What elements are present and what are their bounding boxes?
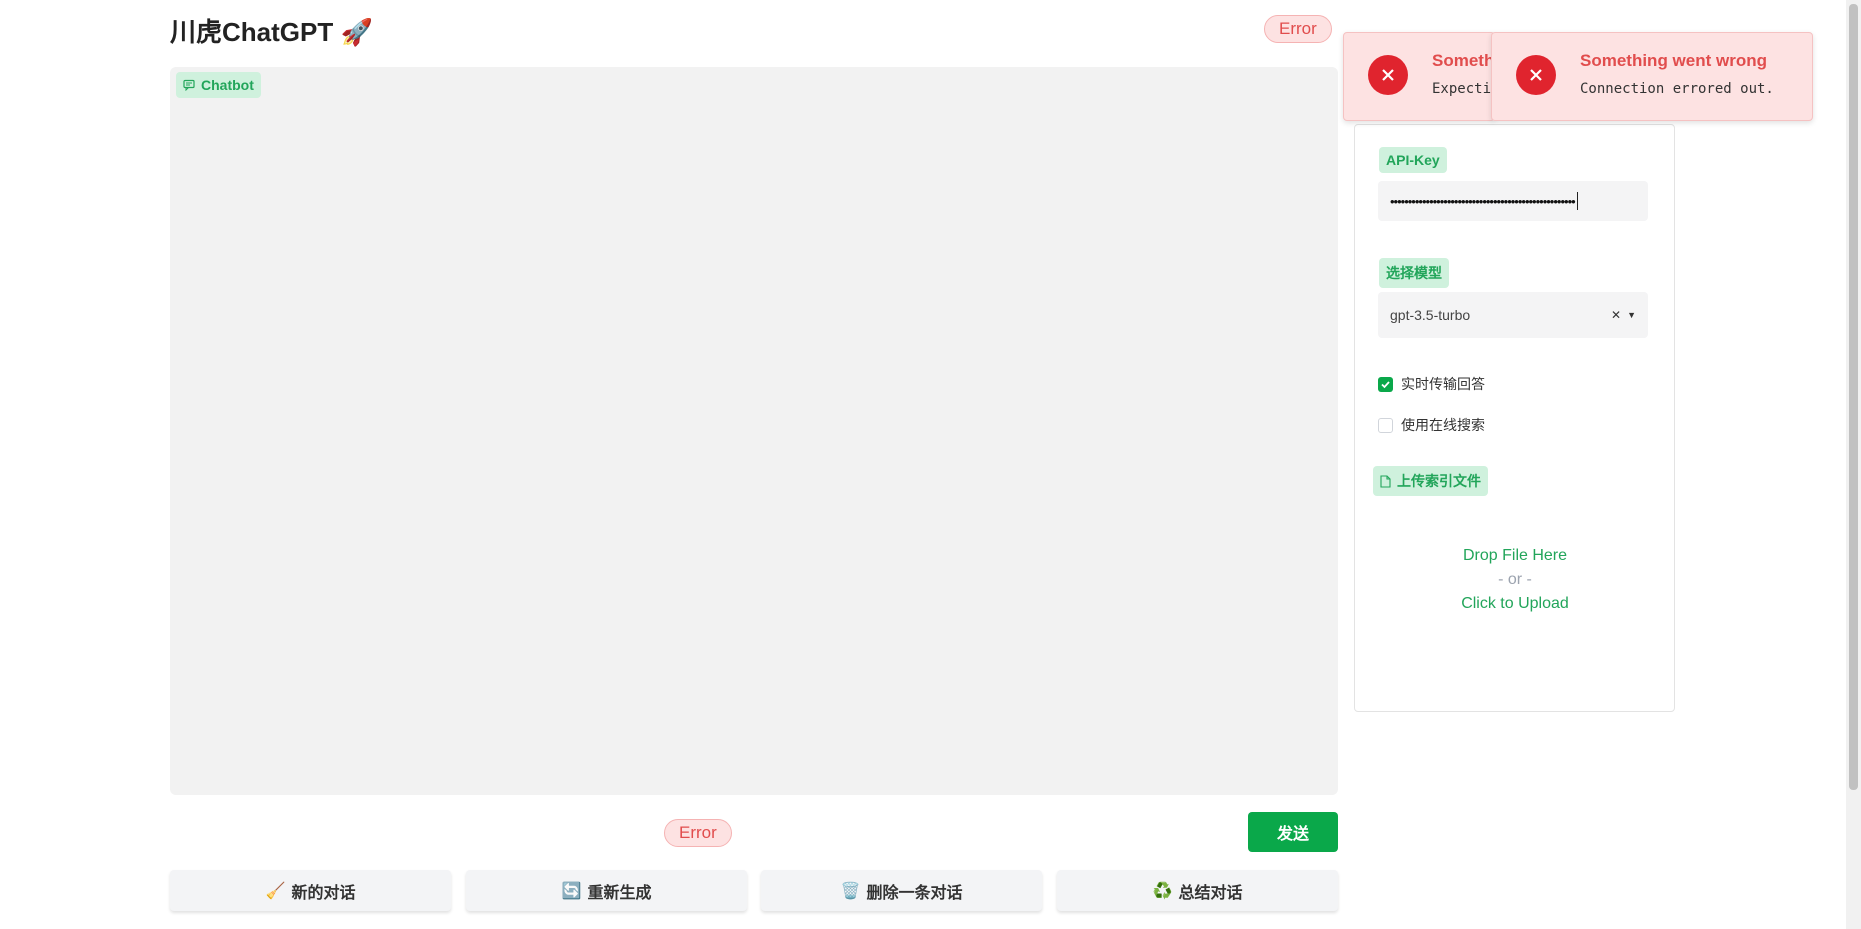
- click-upload-text[interactable]: Click to Upload: [1400, 592, 1630, 616]
- search-option[interactable]: 使用在线搜索: [1378, 415, 1485, 435]
- stream-option[interactable]: 实时传输回答: [1378, 374, 1485, 394]
- rocket-icon: 🚀: [340, 17, 373, 47]
- api-key-label: API-Key: [1379, 147, 1447, 173]
- search-label: 使用在线搜索: [1401, 417, 1485, 433]
- delete-message-label: 删除一条对话: [866, 884, 963, 902]
- file-icon: [1380, 474, 1391, 488]
- file-dropzone[interactable]: Drop File Here - or - Click to Upload: [1400, 544, 1630, 616]
- recycle-icon: ♻️: [1152, 882, 1173, 900]
- model-value: gpt-3.5-turbo: [1390, 307, 1471, 323]
- regenerate-label: 重新生成: [587, 884, 652, 902]
- title-text: 川虎ChatGPT: [170, 17, 334, 47]
- search-checkbox[interactable]: [1378, 417, 1393, 433]
- new-chat-label: 新的对话: [291, 884, 356, 902]
- input-error-badge: Error: [664, 819, 732, 847]
- upload-label-text: 上传索引文件: [1397, 473, 1481, 489]
- summarize-label: 总结对话: [1178, 884, 1243, 902]
- stream-label: 实时传输回答: [1401, 376, 1485, 392]
- check-icon: [1381, 380, 1390, 388]
- chatbot-panel[interactable]: [170, 67, 1338, 795]
- summarize-button[interactable]: ♻️ 总结对话: [1057, 870, 1338, 911]
- trash-icon: 🗑️: [840, 882, 861, 900]
- chatbot-label-text: Chatbot: [201, 77, 254, 93]
- delete-message-button[interactable]: 🗑️ 删除一条对话: [761, 870, 1042, 911]
- page-title: 川虎ChatGPT 🚀: [170, 12, 373, 49]
- upload-label: 上传索引文件: [1373, 466, 1488, 496]
- error-icon: [1516, 55, 1556, 95]
- toast-message: Expecti: [1432, 81, 1492, 97]
- send-button[interactable]: 发送: [1248, 812, 1338, 852]
- model-label: 选择模型: [1379, 258, 1449, 288]
- toast-title: Something went wrong: [1580, 51, 1767, 70]
- text-caret: [1576, 192, 1578, 210]
- toast-message: Connection errored out.: [1580, 81, 1774, 97]
- model-dropdown[interactable]: gpt-3.5-turbo ✕ ▼: [1378, 292, 1648, 338]
- regenerate-button[interactable]: 🔄 重新生成: [466, 870, 747, 911]
- broom-icon: 🧹: [265, 882, 286, 900]
- error-icon: [1368, 55, 1408, 95]
- stream-checkbox[interactable]: [1378, 376, 1393, 392]
- api-key-value: ••••••••••••••••••••••••••••••••••••••••…: [1390, 193, 1576, 209]
- error-toast[interactable]: Someth Expecti: [1343, 32, 1495, 121]
- message-input[interactable]: [170, 808, 1338, 852]
- refresh-icon: 🔄: [561, 882, 582, 900]
- header-error-badge: Error: [1264, 15, 1332, 43]
- chat-icon: [183, 79, 195, 91]
- or-text: - or -: [1498, 571, 1532, 588]
- drop-text: Drop File Here: [1462, 547, 1568, 564]
- scrollbar-thumb[interactable]: [1849, 4, 1858, 790]
- api-key-input[interactable]: ••••••••••••••••••••••••••••••••••••••••…: [1378, 181, 1648, 221]
- chevron-down-icon[interactable]: ▼: [1627, 310, 1636, 320]
- clear-icon[interactable]: ✕: [1611, 308, 1621, 322]
- chatbot-label: Chatbot: [176, 72, 261, 98]
- toast-title: Someth: [1432, 51, 1495, 70]
- new-chat-button[interactable]: 🧹 新的对话: [170, 870, 451, 911]
- error-toast[interactable]: Something went wrong Connection errored …: [1491, 32, 1813, 121]
